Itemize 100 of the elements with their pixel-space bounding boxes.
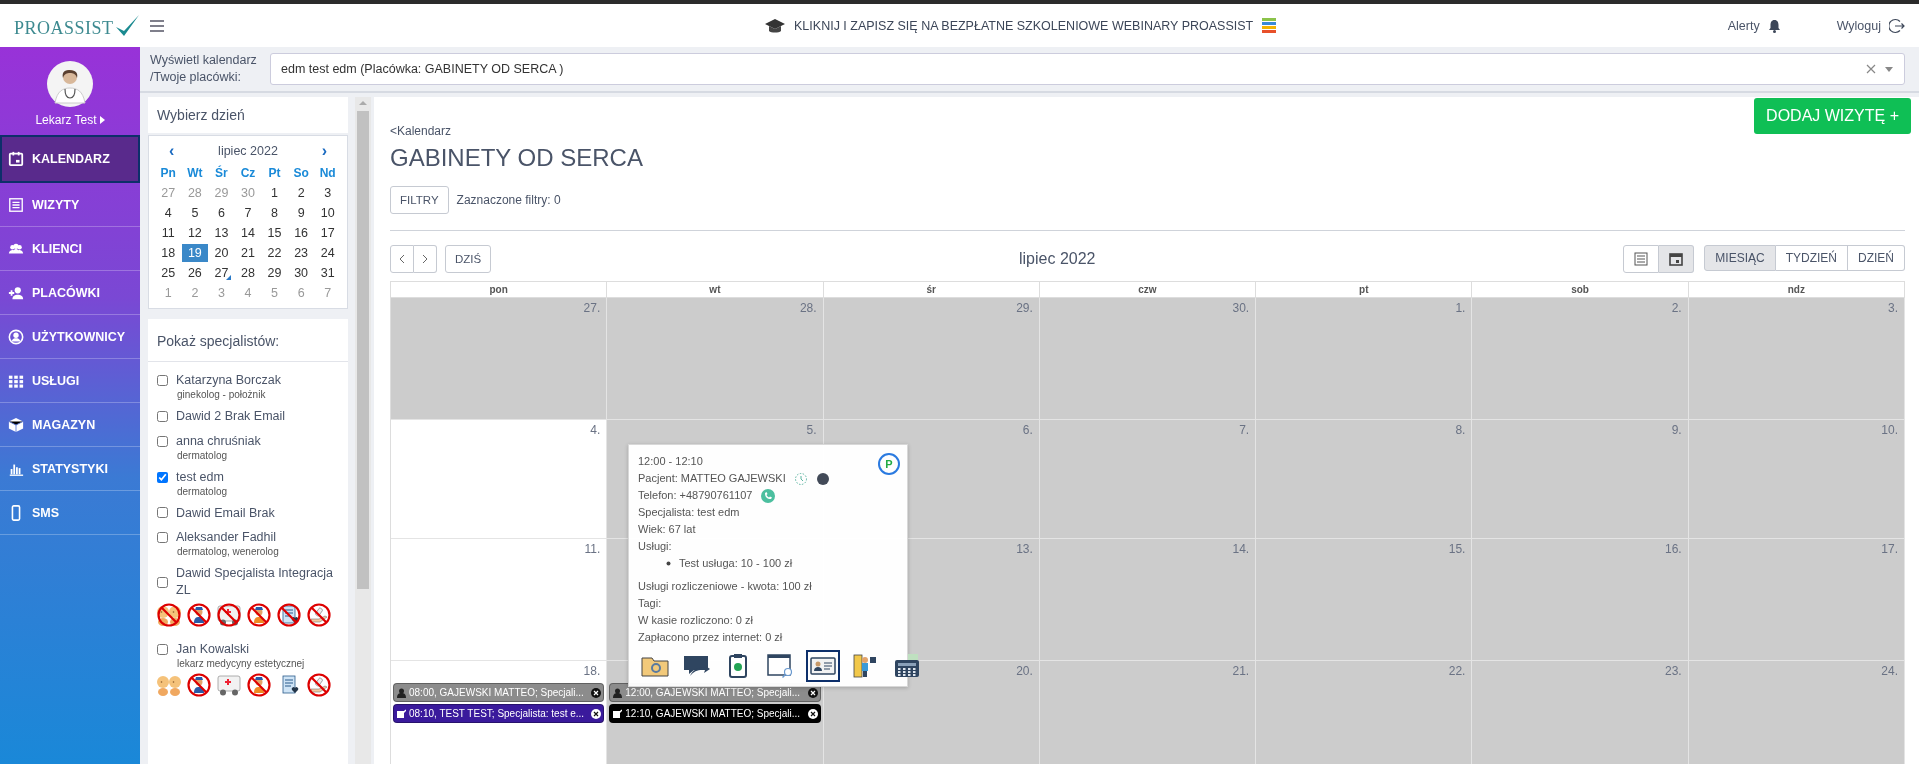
popup-text: Specjalista: test edm — [638, 505, 740, 520]
popup-text: W kasie rozliczono: 0 zł — [638, 613, 753, 628]
filters-count: Zaznaczone filtry: 0 — [456, 193, 561, 207]
view-tab[interactable]: DZIEŃ — [1848, 245, 1905, 271]
today-button[interactable]: DZIŚ — [445, 245, 492, 273]
popup-text: Wiek: 67 lat — [638, 522, 696, 537]
specialist-name[interactable]: Jan Kowalski — [176, 641, 339, 658]
day-cell[interactable]: 7 — [234, 204, 262, 222]
next-month-button[interactable]: › — [317, 142, 331, 160]
previous-month-button[interactable]: ‹ — [165, 142, 179, 160]
day-cell[interactable]: 28 — [234, 264, 262, 282]
status-badge: P — [878, 453, 900, 475]
day-number: 21. — [1231, 663, 1251, 680]
day-cell[interactable]: 26 — [181, 264, 209, 282]
day-number: 5. — [805, 422, 818, 439]
specialist-name[interactable]: test edm — [176, 468, 339, 486]
back-link[interactable]: <Kalendarz — [390, 124, 452, 138]
specialist-name[interactable]: Dawid Specjalista Integracja ZL — [176, 565, 339, 599]
popup-text: Test usługa: 10 - 100 zł — [679, 556, 793, 571]
alerts-link[interactable]: Alerty — [1727, 18, 1760, 33]
user-name[interactable]: Lekarz Test — [35, 113, 97, 127]
calendar-select-label: Wyświetl kalendarz /Twoje placówki: — [150, 52, 258, 86]
day-cell[interactable]: 22 — [261, 244, 288, 262]
day-number: 22. — [1447, 663, 1467, 680]
day-cell[interactable]: 18 — [155, 244, 182, 262]
specialists-title: Pokaż specjalistów: — [148, 319, 348, 362]
weekday-label: Śr — [214, 164, 229, 182]
specialist-name[interactable]: Aleksander Fadhil — [176, 529, 339, 547]
day-number: 4. — [589, 422, 602, 439]
weekday-label: Pt — [267, 165, 282, 182]
day-cell[interactable]: 15 — [261, 224, 288, 242]
view-tab[interactable]: MIESIĄC — [1704, 245, 1776, 271]
day-cell[interactable]: 17 — [314, 224, 341, 242]
view-tab[interactable]: TYDZIEŃ — [1775, 245, 1848, 271]
day-cell[interactable]: 6 — [208, 204, 235, 222]
day-number: 18. — [582, 663, 602, 680]
day-cell[interactable]: 5 — [181, 204, 209, 222]
webinar-link[interactable]: KLIKNIJ I ZAPISZ SIĘ NA BEZPŁATNE SZKOLENIOWE WEBINARY PROASSIST — [794, 18, 1254, 33]
month-title: lipiec 2022 — [1018, 250, 1097, 268]
page-title: GABINETY OD SERCA — [390, 144, 644, 172]
popup-text: Telefon: +48790761107 — [638, 488, 753, 503]
logo[interactable]: PROASSIST — [14, 17, 114, 39]
mini-calendar-month: lipiec 2022 — [218, 144, 278, 158]
day-cell[interactable]: 27 — [208, 264, 235, 282]
day-number: 28. — [798, 300, 818, 317]
weekday-label: So — [292, 165, 310, 182]
day-cell[interactable]: 3 — [314, 184, 341, 202]
day-cell[interactable]: 20 — [208, 244, 235, 262]
specialist-role: dermatolog — [177, 485, 229, 497]
day-cell[interactable]: 24 — [314, 244, 341, 262]
specialist-name[interactable]: Dawid 2 Brak Email — [176, 407, 339, 425]
specialist-role: dermatolog, wenerolog — [177, 546, 280, 558]
day-number: 1. — [1454, 300, 1467, 317]
day-number: 11. — [583, 541, 602, 558]
day-cell[interactable]: 4. — [391, 420, 608, 539]
day-number: 23. — [1664, 663, 1683, 680]
day-cell[interactable]: 11 — [155, 224, 182, 242]
day-cell[interactable]: 11. — [391, 539, 608, 661]
day-cell[interactable]: 14 — [234, 224, 262, 242]
day-number: 16. — [1664, 541, 1683, 558]
day-number: 8. — [1454, 422, 1467, 439]
specialist-name[interactable]: anna chruśniak — [176, 432, 339, 450]
popup-text: Usługi rozliczeniowe - kwota: 100 zł — [638, 579, 812, 594]
day-cell[interactable]: 18. 08:00, GAJEWSKI MATTEO; Specjali... 08:10, TEST TEST; Specjalista: test e... — [391, 661, 608, 764]
day-cell[interactable]: 1 — [261, 184, 288, 202]
day-picker-title: Wybierz dzień — [156, 106, 246, 125]
specialist-name[interactable]: Katarzyna Borczak — [176, 372, 339, 389]
day-cell[interactable]: 10 — [314, 204, 341, 222]
day-cell[interactable]: 9 — [287, 204, 315, 222]
popup-text: Usługi: — [638, 539, 672, 554]
day-cell[interactable]: 2 — [287, 184, 315, 202]
weekday-label: Cz — [239, 165, 257, 182]
calendar-select[interactable]: edm test edm (Placówka: GABINETY OD SERCA ) — [270, 53, 1905, 85]
day-cell[interactable]: 25 — [155, 264, 182, 282]
appointment[interactable]: 12:10, GAJEWSKI MATTEO; Specjali... — [609, 704, 821, 723]
day-number: 9. — [1670, 422, 1683, 439]
day-cell[interactable]: 21 — [234, 244, 262, 262]
day-number: 24. — [1880, 663, 1899, 680]
day-number: 13. — [1015, 541, 1034, 558]
day-cell[interactable]: 12 — [181, 224, 209, 242]
day-number: 29. — [1015, 300, 1034, 317]
nav-item[interactable]: KALENDARZ — [0, 135, 140, 183]
specialist-name[interactable]: Dawid Email Brak — [176, 504, 339, 522]
day-number: 6. — [1021, 422, 1034, 439]
day-cell[interactable]: 8 — [261, 204, 288, 222]
day-cell[interactable]: 31 — [314, 264, 341, 282]
day-cell[interactable]: 29 — [261, 264, 288, 282]
day-cell[interactable]: 13 — [208, 224, 235, 242]
day-cell[interactable]: 30 — [287, 264, 315, 282]
day-cell[interactable]: 19 — [181, 244, 209, 262]
appointment[interactable]: 08:10, TEST TEST; Specjalista: test e... — [393, 704, 605, 723]
day-cell[interactable]: 23 — [287, 244, 315, 262]
specialist-role: lekarz medycyny estetycznej — [177, 657, 306, 669]
day-number: 7. — [1238, 422, 1251, 439]
day-number: 14. — [1231, 541, 1251, 558]
logout-link[interactable]: Wyloguj — [1836, 18, 1881, 33]
day-cell[interactable]: 16 — [287, 224, 315, 242]
day-cell[interactable]: 4 — [155, 204, 182, 222]
filters-button[interactable]: FILTRY — [390, 186, 449, 214]
specialist-role: ginekolog - położnik — [177, 388, 267, 400]
